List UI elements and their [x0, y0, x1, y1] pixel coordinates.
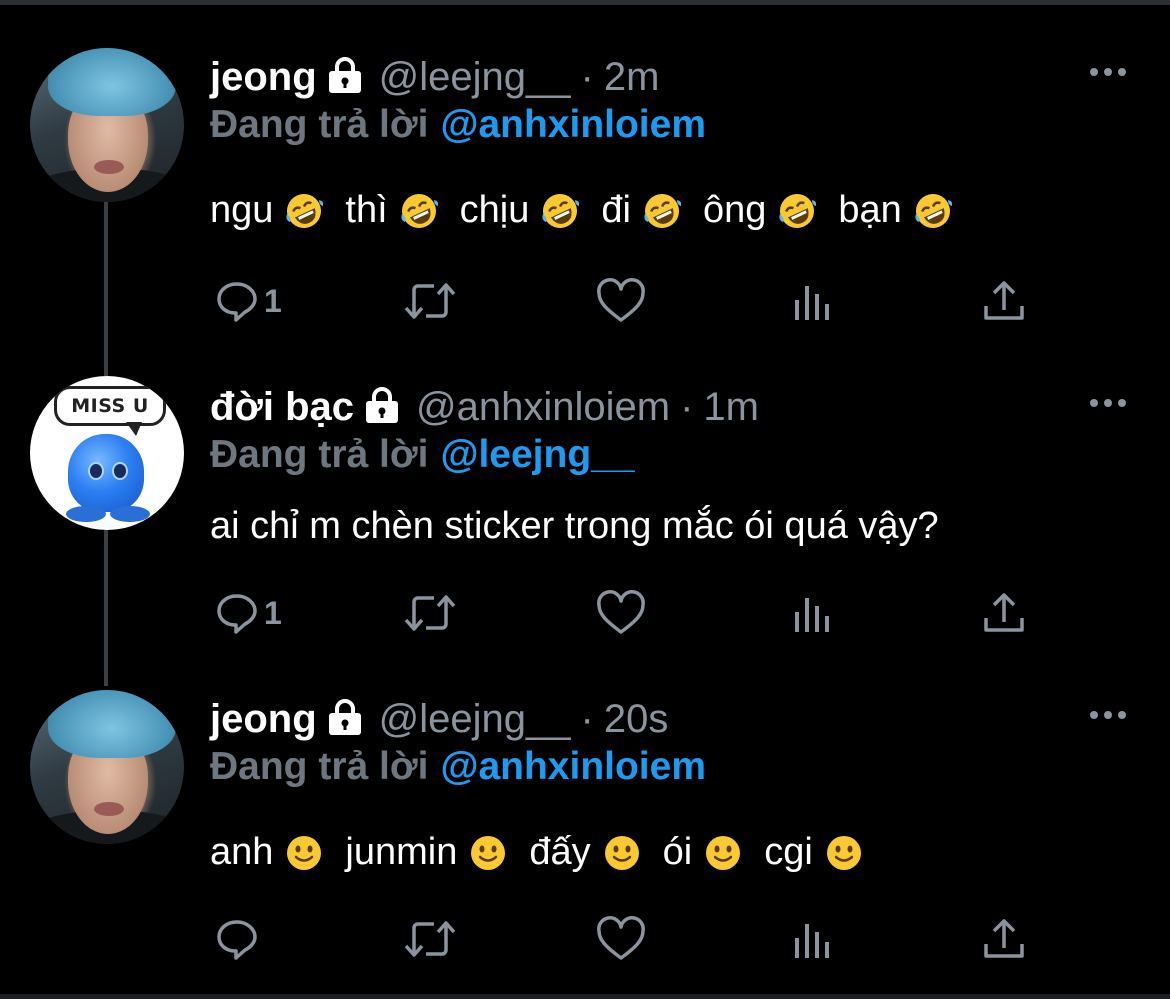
content-word: đấy	[529, 831, 591, 873]
content-word: junmin	[345, 831, 458, 873]
content-word: anh	[210, 831, 274, 873]
like-icon	[597, 916, 645, 960]
reply-button[interactable]	[214, 914, 264, 964]
bottom-border	[0, 994, 1170, 999]
share-button[interactable]	[982, 914, 1026, 964]
share-icon	[984, 919, 1024, 958]
lock-icon	[325, 698, 365, 746]
content-word: cgi	[764, 831, 813, 873]
reply-icon	[217, 920, 257, 960]
like-button[interactable]	[596, 914, 646, 964]
slightly-smiling-face-emoji	[706, 836, 741, 870]
views-button[interactable]	[792, 914, 834, 964]
content-word: ói	[662, 831, 693, 873]
slightly-smiling-face-emoji	[287, 836, 322, 870]
handle[interactable]: @leejng__	[379, 697, 571, 741]
slightly-smiling-face-emoji	[826, 836, 861, 870]
tweet-header: jeong @leejng__ · 20s	[210, 696, 668, 742]
tweet[interactable]: jeong @leejng__ · 20s Đang trả lời @anhxinlo…	[0, 0, 1170, 994]
slightly-smiling-face-emoji	[604, 836, 639, 870]
tweet-text: anh junmin đấy ói cgi	[210, 828, 885, 876]
more-options-icon[interactable]	[1088, 705, 1128, 730]
reply-context: Đang trả lời @anhxinloiem	[210, 744, 706, 790]
views-icon	[795, 924, 829, 958]
retweet-icon	[404, 921, 456, 957]
action-bar	[0, 914, 1170, 964]
reply-prefix: Đang trả lời	[210, 745, 429, 788]
slightly-smiling-face-emoji	[471, 836, 506, 870]
retweet-button[interactable]	[402, 914, 458, 964]
display-name[interactable]: jeong	[210, 697, 317, 741]
separator: ·	[580, 697, 594, 741]
reply-mention[interactable]: @anhxinloiem	[440, 745, 706, 788]
timestamp[interactable]: 20s	[604, 697, 669, 741]
avatar[interactable]	[30, 690, 184, 844]
